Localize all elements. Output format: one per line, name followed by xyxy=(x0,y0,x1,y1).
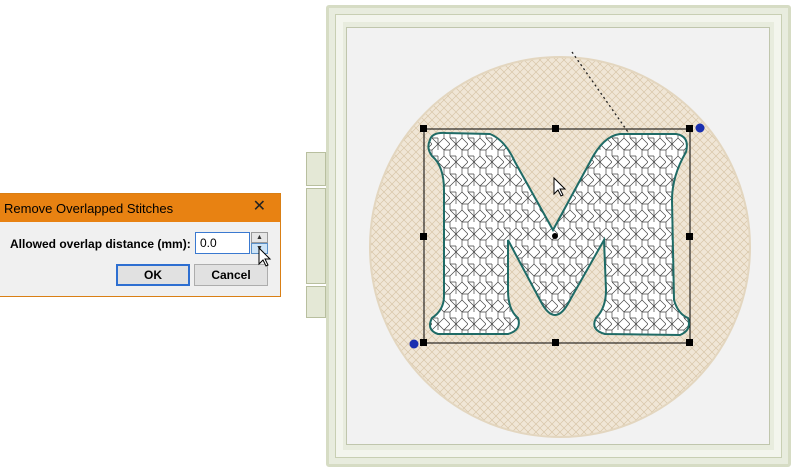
resize-handle xyxy=(552,339,559,346)
resize-handle xyxy=(686,233,693,240)
mouse-pointer-icon xyxy=(258,246,272,267)
design-artwork[interactable] xyxy=(0,0,800,473)
rotate-handle xyxy=(695,123,705,133)
rotate-handle xyxy=(409,339,419,349)
center-handle xyxy=(552,233,558,239)
resize-handle xyxy=(552,125,559,132)
resize-handle xyxy=(686,125,693,132)
resize-handle xyxy=(420,339,427,346)
resize-handle xyxy=(686,339,693,346)
resize-handle xyxy=(420,233,427,240)
resize-handle xyxy=(420,125,427,132)
